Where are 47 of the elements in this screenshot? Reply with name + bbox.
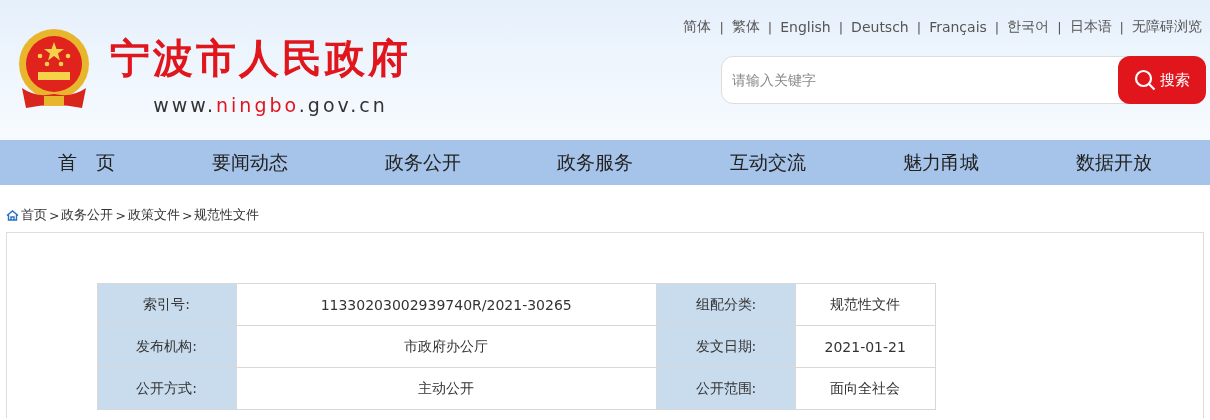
language-link[interactable]: 无障碍浏览 bbox=[1124, 18, 1210, 36]
field-value: 面向全社会 bbox=[795, 367, 935, 410]
nav-item[interactable]: 政务公开 bbox=[384, 149, 461, 176]
field-label: 发布机构: bbox=[97, 325, 236, 368]
link-separator: | bbox=[1119, 19, 1124, 35]
field-label: 发文日期: bbox=[656, 325, 796, 368]
field-value: 主动公开 bbox=[236, 367, 657, 410]
search-icon bbox=[1134, 69, 1156, 91]
home-icon bbox=[6, 209, 19, 221]
field-value: 市政府办公厅 bbox=[236, 325, 657, 368]
site-title: 宁波市人民政府 bbox=[110, 33, 411, 83]
link-separator: | bbox=[916, 19, 922, 35]
link-separator: | bbox=[767, 19, 773, 35]
field-value: 11330203002939740R/2021-30265 bbox=[236, 283, 657, 326]
field-label: 公开范围: bbox=[656, 367, 796, 410]
search-field[interactable]: 请输入关键字 搜索 bbox=[721, 56, 1206, 104]
field-label: 组配分类: bbox=[656, 283, 796, 326]
field-label: 公开方式: bbox=[97, 367, 236, 410]
field-value: 规范性文件 bbox=[795, 283, 935, 326]
site-domain: www.ningbo.gov.cn bbox=[153, 93, 388, 116]
nav-item[interactable]: 政务服务 bbox=[557, 149, 634, 176]
nav-item[interactable]: 魅力甬城 bbox=[902, 149, 979, 176]
link-separator: | bbox=[994, 19, 1000, 35]
language-link[interactable]: 한국어 bbox=[999, 18, 1058, 36]
language-link[interactable]: English bbox=[772, 19, 839, 35]
language-link[interactable]: Deutsch bbox=[843, 19, 917, 35]
field-value: 2021-01-21 bbox=[795, 325, 935, 368]
language-link[interactable]: 日本语 bbox=[1061, 18, 1120, 36]
link-separator: | bbox=[838, 19, 844, 35]
breadcrumb-link[interactable]: 政策文件 bbox=[127, 206, 180, 224]
search-button[interactable]: 搜索 bbox=[1118, 56, 1206, 104]
breadcrumb-separator: > bbox=[115, 207, 126, 223]
field-label: 索引号: bbox=[97, 283, 236, 326]
language-link[interactable]: Français bbox=[921, 19, 995, 35]
breadcrumb-link[interactable]: 政务公开 bbox=[61, 206, 114, 224]
link-separator: | bbox=[1057, 19, 1062, 35]
link-separator: | bbox=[719, 19, 724, 35]
nav-item[interactable]: 数据开放 bbox=[1075, 149, 1152, 176]
nav-item[interactable]: 互动交流 bbox=[730, 149, 807, 176]
breadcrumb-separator: > bbox=[49, 207, 60, 223]
nav-item[interactable]: 要闻动态 bbox=[212, 149, 289, 176]
breadcrumb-separator: > bbox=[181, 207, 193, 223]
nav-item[interactable]: 首 页 bbox=[58, 149, 116, 176]
breadcrumb-link[interactable]: 规范性文件 bbox=[194, 206, 260, 224]
language-link[interactable]: 简体 bbox=[675, 18, 720, 36]
language-link[interactable]: 繁体 bbox=[723, 18, 768, 36]
breadcrumb-link[interactable]: 首页 bbox=[21, 206, 47, 224]
